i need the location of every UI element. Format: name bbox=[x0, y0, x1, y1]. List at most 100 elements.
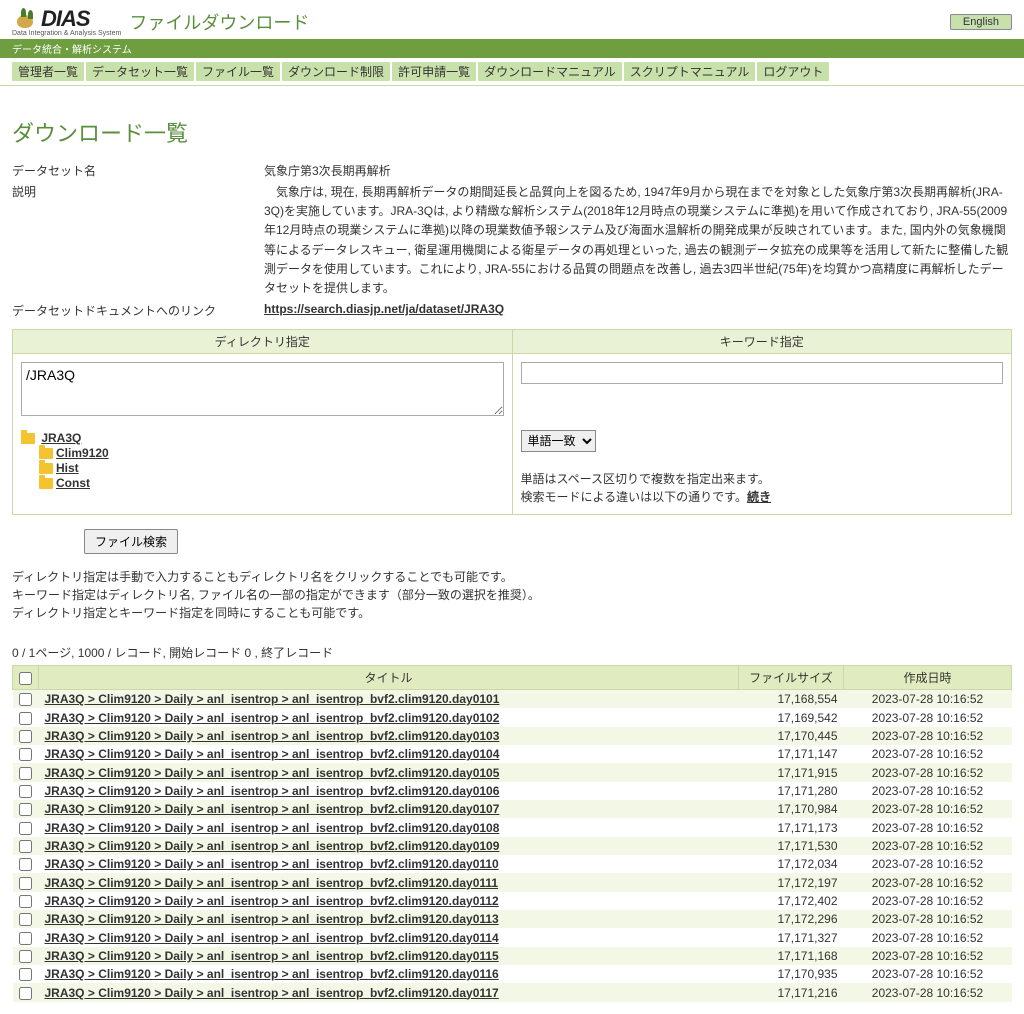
file-link[interactable]: JRA3Q > Clim9120 > Daily > anl_isentrop … bbox=[45, 931, 499, 945]
folder-icon bbox=[39, 478, 53, 489]
keyword-help-1: 単語はスペース区切りで複数を指定出来ます。 bbox=[521, 470, 1004, 488]
file-link[interactable]: JRA3Q > Clim9120 > Daily > anl_isentrop … bbox=[45, 912, 499, 926]
file-date: 2023-07-28 10:16:52 bbox=[844, 837, 1012, 855]
row-checkbox[interactable] bbox=[19, 987, 32, 1000]
file-link[interactable]: JRA3Q > Clim9120 > Daily > anl_isentrop … bbox=[45, 949, 499, 963]
file-link[interactable]: JRA3Q > Clim9120 > Daily > anl_isentrop … bbox=[45, 839, 500, 853]
row-checkbox[interactable] bbox=[19, 858, 32, 871]
file-link[interactable]: JRA3Q > Clim9120 > Daily > anl_isentrop … bbox=[45, 802, 500, 816]
table-row: JRA3Q > Clim9120 > Daily > anl_isentrop … bbox=[13, 763, 1012, 781]
table-row: JRA3Q > Clim9120 > Daily > anl_isentrop … bbox=[13, 708, 1012, 726]
logo-icon bbox=[12, 8, 38, 30]
file-link[interactable]: JRA3Q > Clim9120 > Daily > anl_isentrop … bbox=[45, 747, 500, 761]
row-checkbox[interactable] bbox=[19, 950, 32, 963]
row-checkbox[interactable] bbox=[19, 693, 32, 706]
subheader: データ統合・解析システム bbox=[0, 39, 1024, 58]
row-checkbox[interactable] bbox=[19, 932, 32, 945]
directory-input[interactable] bbox=[21, 362, 504, 416]
description-value: 気象庁は, 現在, 長期再解析データの期間延長と品質向上を図るため, 1947年… bbox=[264, 183, 1012, 298]
table-row: JRA3Q > Clim9120 > Daily > anl_isentrop … bbox=[13, 947, 1012, 965]
file-link[interactable]: JRA3Q > Clim9120 > Daily > anl_isentrop … bbox=[45, 784, 500, 798]
directory-panel: ディレクトリ指定 JRA3Q Clim9120HistConst bbox=[13, 330, 513, 514]
file-date: 2023-07-28 10:16:52 bbox=[844, 910, 1012, 928]
keyword-input[interactable] bbox=[521, 362, 1004, 384]
file-link[interactable]: JRA3Q > Clim9120 > Daily > anl_isentrop … bbox=[45, 967, 499, 981]
row-checkbox[interactable] bbox=[19, 748, 32, 761]
file-link[interactable]: JRA3Q > Clim9120 > Daily > anl_isentrop … bbox=[45, 766, 500, 780]
keyword-help-more-link[interactable]: 続き bbox=[747, 490, 771, 504]
logo[interactable]: DIAS Data Integration & Analysis System bbox=[12, 6, 121, 37]
tree-root[interactable]: JRA3Q bbox=[41, 431, 81, 445]
file-size: 17,171,280 bbox=[739, 782, 844, 800]
file-date: 2023-07-28 10:16:52 bbox=[844, 892, 1012, 910]
file-date: 2023-07-28 10:16:52 bbox=[844, 763, 1012, 781]
file-link[interactable]: JRA3Q > Clim9120 > Daily > anl_isentrop … bbox=[45, 894, 499, 908]
file-date: 2023-07-28 10:16:52 bbox=[844, 855, 1012, 873]
file-date: 2023-07-28 10:16:52 bbox=[844, 690, 1012, 709]
file-date: 2023-07-28 10:16:52 bbox=[844, 708, 1012, 726]
col-check-header bbox=[13, 666, 39, 690]
file-date: 2023-07-28 10:16:52 bbox=[844, 818, 1012, 836]
logo-subtitle: Data Integration & Analysis System bbox=[12, 30, 121, 37]
header: DIAS Data Integration & Analysis System … bbox=[0, 0, 1024, 39]
table-row: JRA3Q > Clim9120 > Daily > anl_isentrop … bbox=[13, 873, 1012, 891]
file-link[interactable]: JRA3Q > Clim9120 > Daily > anl_isentrop … bbox=[45, 821, 500, 835]
row-checkbox[interactable] bbox=[19, 803, 32, 816]
file-size: 17,169,542 bbox=[739, 708, 844, 726]
row-checkbox[interactable] bbox=[19, 712, 32, 725]
file-link[interactable]: JRA3Q > Clim9120 > Daily > anl_isentrop … bbox=[45, 876, 499, 890]
table-row: JRA3Q > Clim9120 > Daily > anl_isentrop … bbox=[13, 837, 1012, 855]
row-checkbox[interactable] bbox=[19, 767, 32, 780]
table-row: JRA3Q > Clim9120 > Daily > anl_isentrop … bbox=[13, 855, 1012, 873]
nav-item-1[interactable]: データセット一覧 bbox=[86, 62, 194, 81]
file-link[interactable]: JRA3Q > Clim9120 > Daily > anl_isentrop … bbox=[45, 692, 500, 706]
row-checkbox[interactable] bbox=[19, 877, 32, 890]
row-checkbox[interactable] bbox=[19, 895, 32, 908]
table-row: JRA3Q > Clim9120 > Daily > anl_isentrop … bbox=[13, 690, 1012, 709]
doclink[interactable]: https://search.diasjp.net/ja/dataset/JRA… bbox=[264, 302, 504, 316]
nav-item-7[interactable]: ログアウト bbox=[757, 62, 829, 81]
nav-item-0[interactable]: 管理者一覧 bbox=[12, 62, 84, 81]
row-checkbox[interactable] bbox=[19, 840, 32, 853]
nav-item-6[interactable]: スクリプトマニュアル bbox=[624, 62, 756, 81]
nav-item-3[interactable]: ダウンロード制限 bbox=[282, 62, 390, 81]
keyword-help-2: 検索モードによる違いは以下の通りです。 bbox=[521, 490, 747, 504]
language-button[interactable]: English bbox=[950, 14, 1012, 30]
file-size: 17,172,402 bbox=[739, 892, 844, 910]
file-size: 17,171,168 bbox=[739, 947, 844, 965]
row-checkbox[interactable] bbox=[19, 730, 32, 743]
row-checkbox[interactable] bbox=[19, 785, 32, 798]
row-checkbox[interactable] bbox=[19, 968, 32, 981]
nav-item-4[interactable]: 許可申請一覧 bbox=[392, 62, 476, 81]
file-size: 17,170,935 bbox=[739, 965, 844, 983]
file-size: 17,172,197 bbox=[739, 873, 844, 891]
logo-text: DIAS bbox=[41, 6, 90, 32]
file-link[interactable]: JRA3Q > Clim9120 > Daily > anl_isentrop … bbox=[45, 729, 500, 743]
select-all-checkbox[interactable] bbox=[19, 672, 32, 685]
file-date: 2023-07-28 10:16:52 bbox=[844, 983, 1012, 1001]
pager-info: 0 / 1ページ, 1000 / レコード, 開始レコード 0 , 終了レコード bbox=[12, 644, 1012, 661]
file-search-button[interactable]: ファイル検索 bbox=[84, 529, 178, 554]
file-date: 2023-07-28 10:16:52 bbox=[844, 947, 1012, 965]
table-row: JRA3Q > Clim9120 > Daily > anl_isentrop … bbox=[13, 928, 1012, 946]
dataset-name-value: 気象庁第3次長期再解析 bbox=[264, 162, 1012, 179]
nav-item-2[interactable]: ファイル一覧 bbox=[196, 62, 280, 81]
doclink-label: データセットドキュメントへのリンク bbox=[12, 302, 264, 319]
directory-panel-title: ディレクトリ指定 bbox=[13, 330, 512, 354]
keyword-match-select[interactable]: 単語一致 bbox=[521, 430, 596, 452]
file-size: 17,171,530 bbox=[739, 837, 844, 855]
tree-child-2[interactable]: Const bbox=[56, 476, 90, 490]
tree-child-0[interactable]: Clim9120 bbox=[56, 446, 109, 460]
row-checkbox[interactable] bbox=[19, 822, 32, 835]
row-checkbox[interactable] bbox=[19, 913, 32, 926]
file-link[interactable]: JRA3Q > Clim9120 > Daily > anl_isentrop … bbox=[45, 857, 499, 871]
dataset-name-label: データセット名 bbox=[12, 162, 264, 179]
file-size: 17,168,554 bbox=[739, 690, 844, 709]
file-link[interactable]: JRA3Q > Clim9120 > Daily > anl_isentrop … bbox=[45, 986, 499, 1000]
tree-child-1[interactable]: Hist bbox=[56, 461, 79, 475]
main-nav: 管理者一覧データセット一覧ファイル一覧ダウンロード制限許可申請一覧ダウンロードマ… bbox=[0, 58, 1024, 86]
col-date-header: 作成日時 bbox=[844, 666, 1012, 690]
file-link[interactable]: JRA3Q > Clim9120 > Daily > anl_isentrop … bbox=[45, 711, 500, 725]
file-date: 2023-07-28 10:16:52 bbox=[844, 928, 1012, 946]
nav-item-5[interactable]: ダウンロードマニュアル bbox=[478, 62, 622, 81]
